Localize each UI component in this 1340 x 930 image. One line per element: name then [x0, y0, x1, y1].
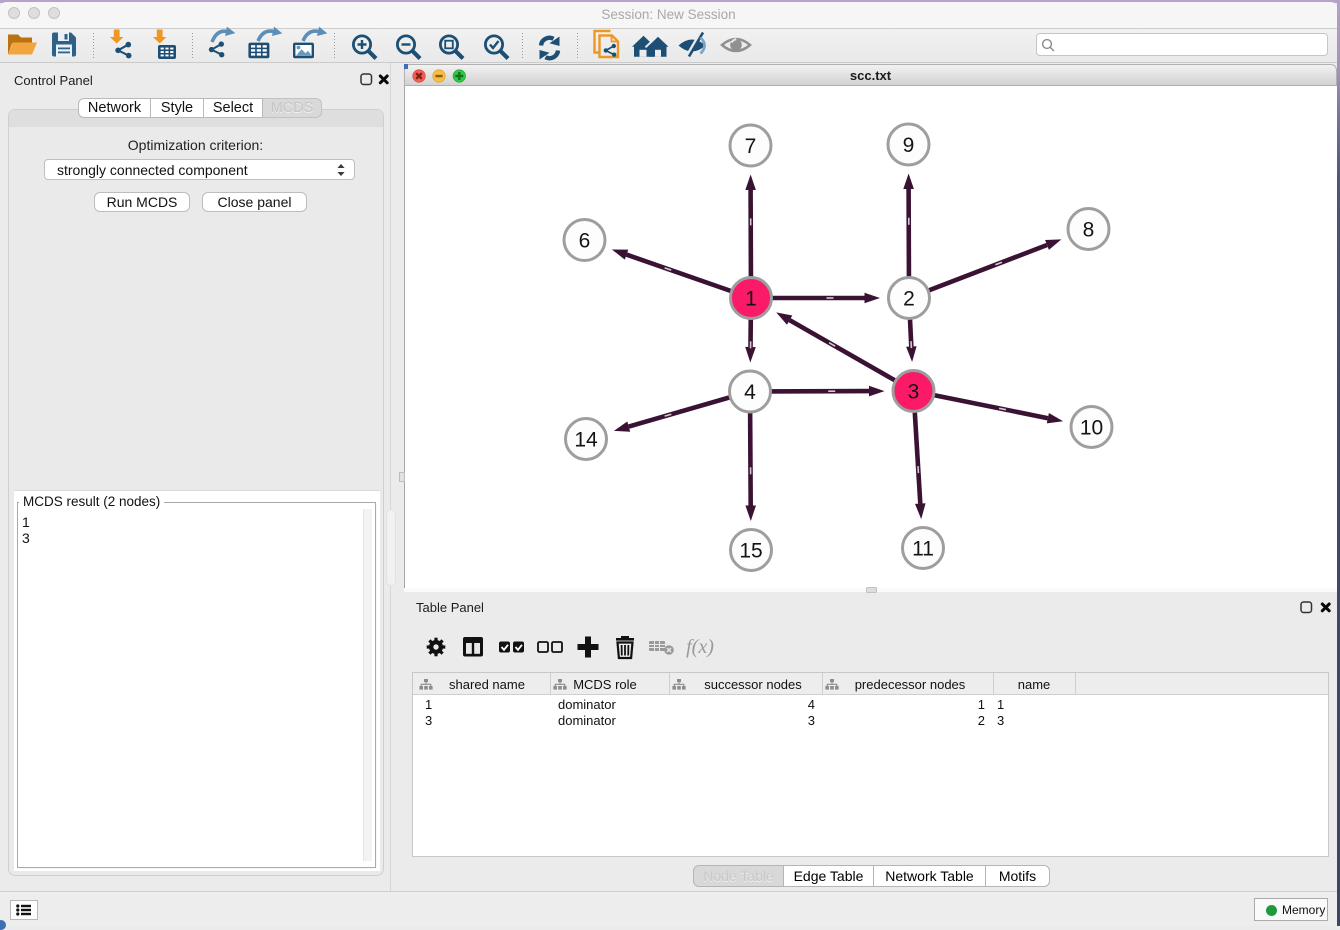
- svg-text:7: 7: [745, 135, 757, 158]
- svg-text:6: 6: [579, 230, 591, 253]
- svg-text:8: 8: [1083, 219, 1095, 242]
- svg-text:15: 15: [739, 540, 762, 563]
- svg-text:3: 3: [908, 381, 920, 404]
- svg-text:2: 2: [903, 288, 915, 311]
- svg-text:14: 14: [574, 429, 598, 452]
- svg-text:11: 11: [912, 538, 934, 561]
- svg-text:9: 9: [903, 134, 915, 157]
- svg-text:4: 4: [744, 381, 756, 404]
- svg-text:10: 10: [1080, 417, 1103, 440]
- svg-text:1: 1: [745, 288, 757, 311]
- svg-text:f(x): f(x): [686, 636, 714, 658]
